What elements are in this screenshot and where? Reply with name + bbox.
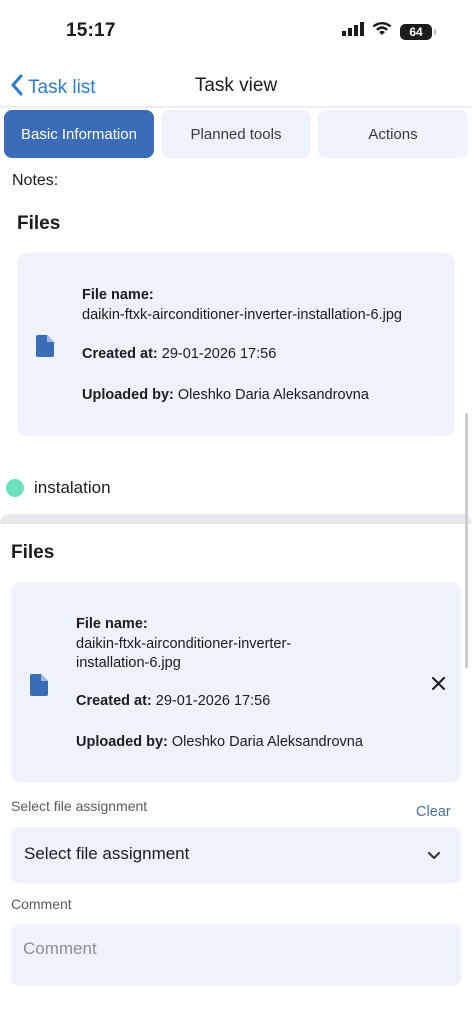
created-at-label: Created at: (82, 346, 158, 362)
section-divider (0, 514, 472, 524)
created-at-row: Created at: 29-01-2026 17:56 (76, 692, 270, 712)
uploaded-by-value: Oleshko Daria Aleksandrovna (171, 734, 363, 750)
file-name-label: File name: (76, 616, 148, 632)
uploaded-by-label: Uploaded by: (82, 387, 174, 403)
uploaded-by-row: Uploaded by: Oleshko Daria Aleksandrovna (76, 733, 363, 753)
comment-input[interactable]: Comment (11, 924, 461, 986)
file-name: daikin-ftxk-airconditioner-inverter-inst… (82, 306, 402, 323)
tag-color-dot (6, 479, 24, 497)
assignment-select[interactable]: Select file assignment (11, 827, 461, 883)
scrollbar[interactable] (465, 413, 468, 668)
tab-actions[interactable]: Actions (318, 110, 468, 158)
created-at-label: Created at: (76, 693, 152, 709)
uploaded-by-label: Uploaded by: (76, 734, 168, 750)
file-name-label: File name: (82, 287, 154, 303)
tag-label: instalation (34, 478, 111, 497)
created-at-value: 29-01-2026 17:56 (161, 346, 277, 362)
tab-planned-tools[interactable]: Planned tools (161, 110, 311, 158)
clear-button[interactable]: Clear (416, 804, 451, 820)
close-icon (432, 677, 445, 690)
file-name-line2: installation-6.jpg (76, 655, 181, 672)
remove-file-button[interactable] (432, 677, 445, 695)
uploaded-by-value: Oleshko Daria Aleksandrovna (177, 387, 369, 403)
document-icon (30, 674, 48, 696)
battery-icon: 64 (400, 23, 436, 40)
wifi-icon (372, 22, 392, 41)
signal-icon (342, 22, 364, 41)
created-at-row: Created at: 29-01-2026 17:56 (82, 345, 276, 365)
page-title: Task view (194, 75, 278, 96)
file-card-editable[interactable]: File name: daikin-ftxk-airconditioner-in… (11, 582, 461, 782)
comment-placeholder: Comment (23, 939, 97, 958)
comment-label: Comment (11, 896, 72, 912)
status-icons: 64 (342, 22, 436, 41)
files-heading: Files (17, 213, 61, 234)
notes-label: Notes: (12, 172, 59, 189)
document-icon (36, 335, 54, 357)
file-name-line1: daikin-ftxk-airconditioner-inverter- (76, 635, 292, 652)
tab-basic-information[interactable]: Basic Information (4, 110, 154, 158)
assignment-select-value: Select file assignment (24, 844, 190, 863)
assignment-label: Select file assignment (11, 798, 148, 814)
status-time: 15:17 (66, 20, 116, 41)
created-at-value: 29-01-2026 17:56 (155, 693, 271, 709)
nav-divider (0, 106, 472, 108)
file-card[interactable]: File name: daikin-ftxk-airconditioner-in… (17, 253, 455, 436)
chevron-down-icon (427, 848, 441, 866)
uploaded-by-row: Uploaded by: Oleshko Daria Aleksandrovna (82, 386, 369, 406)
files-heading: Files (11, 542, 55, 563)
